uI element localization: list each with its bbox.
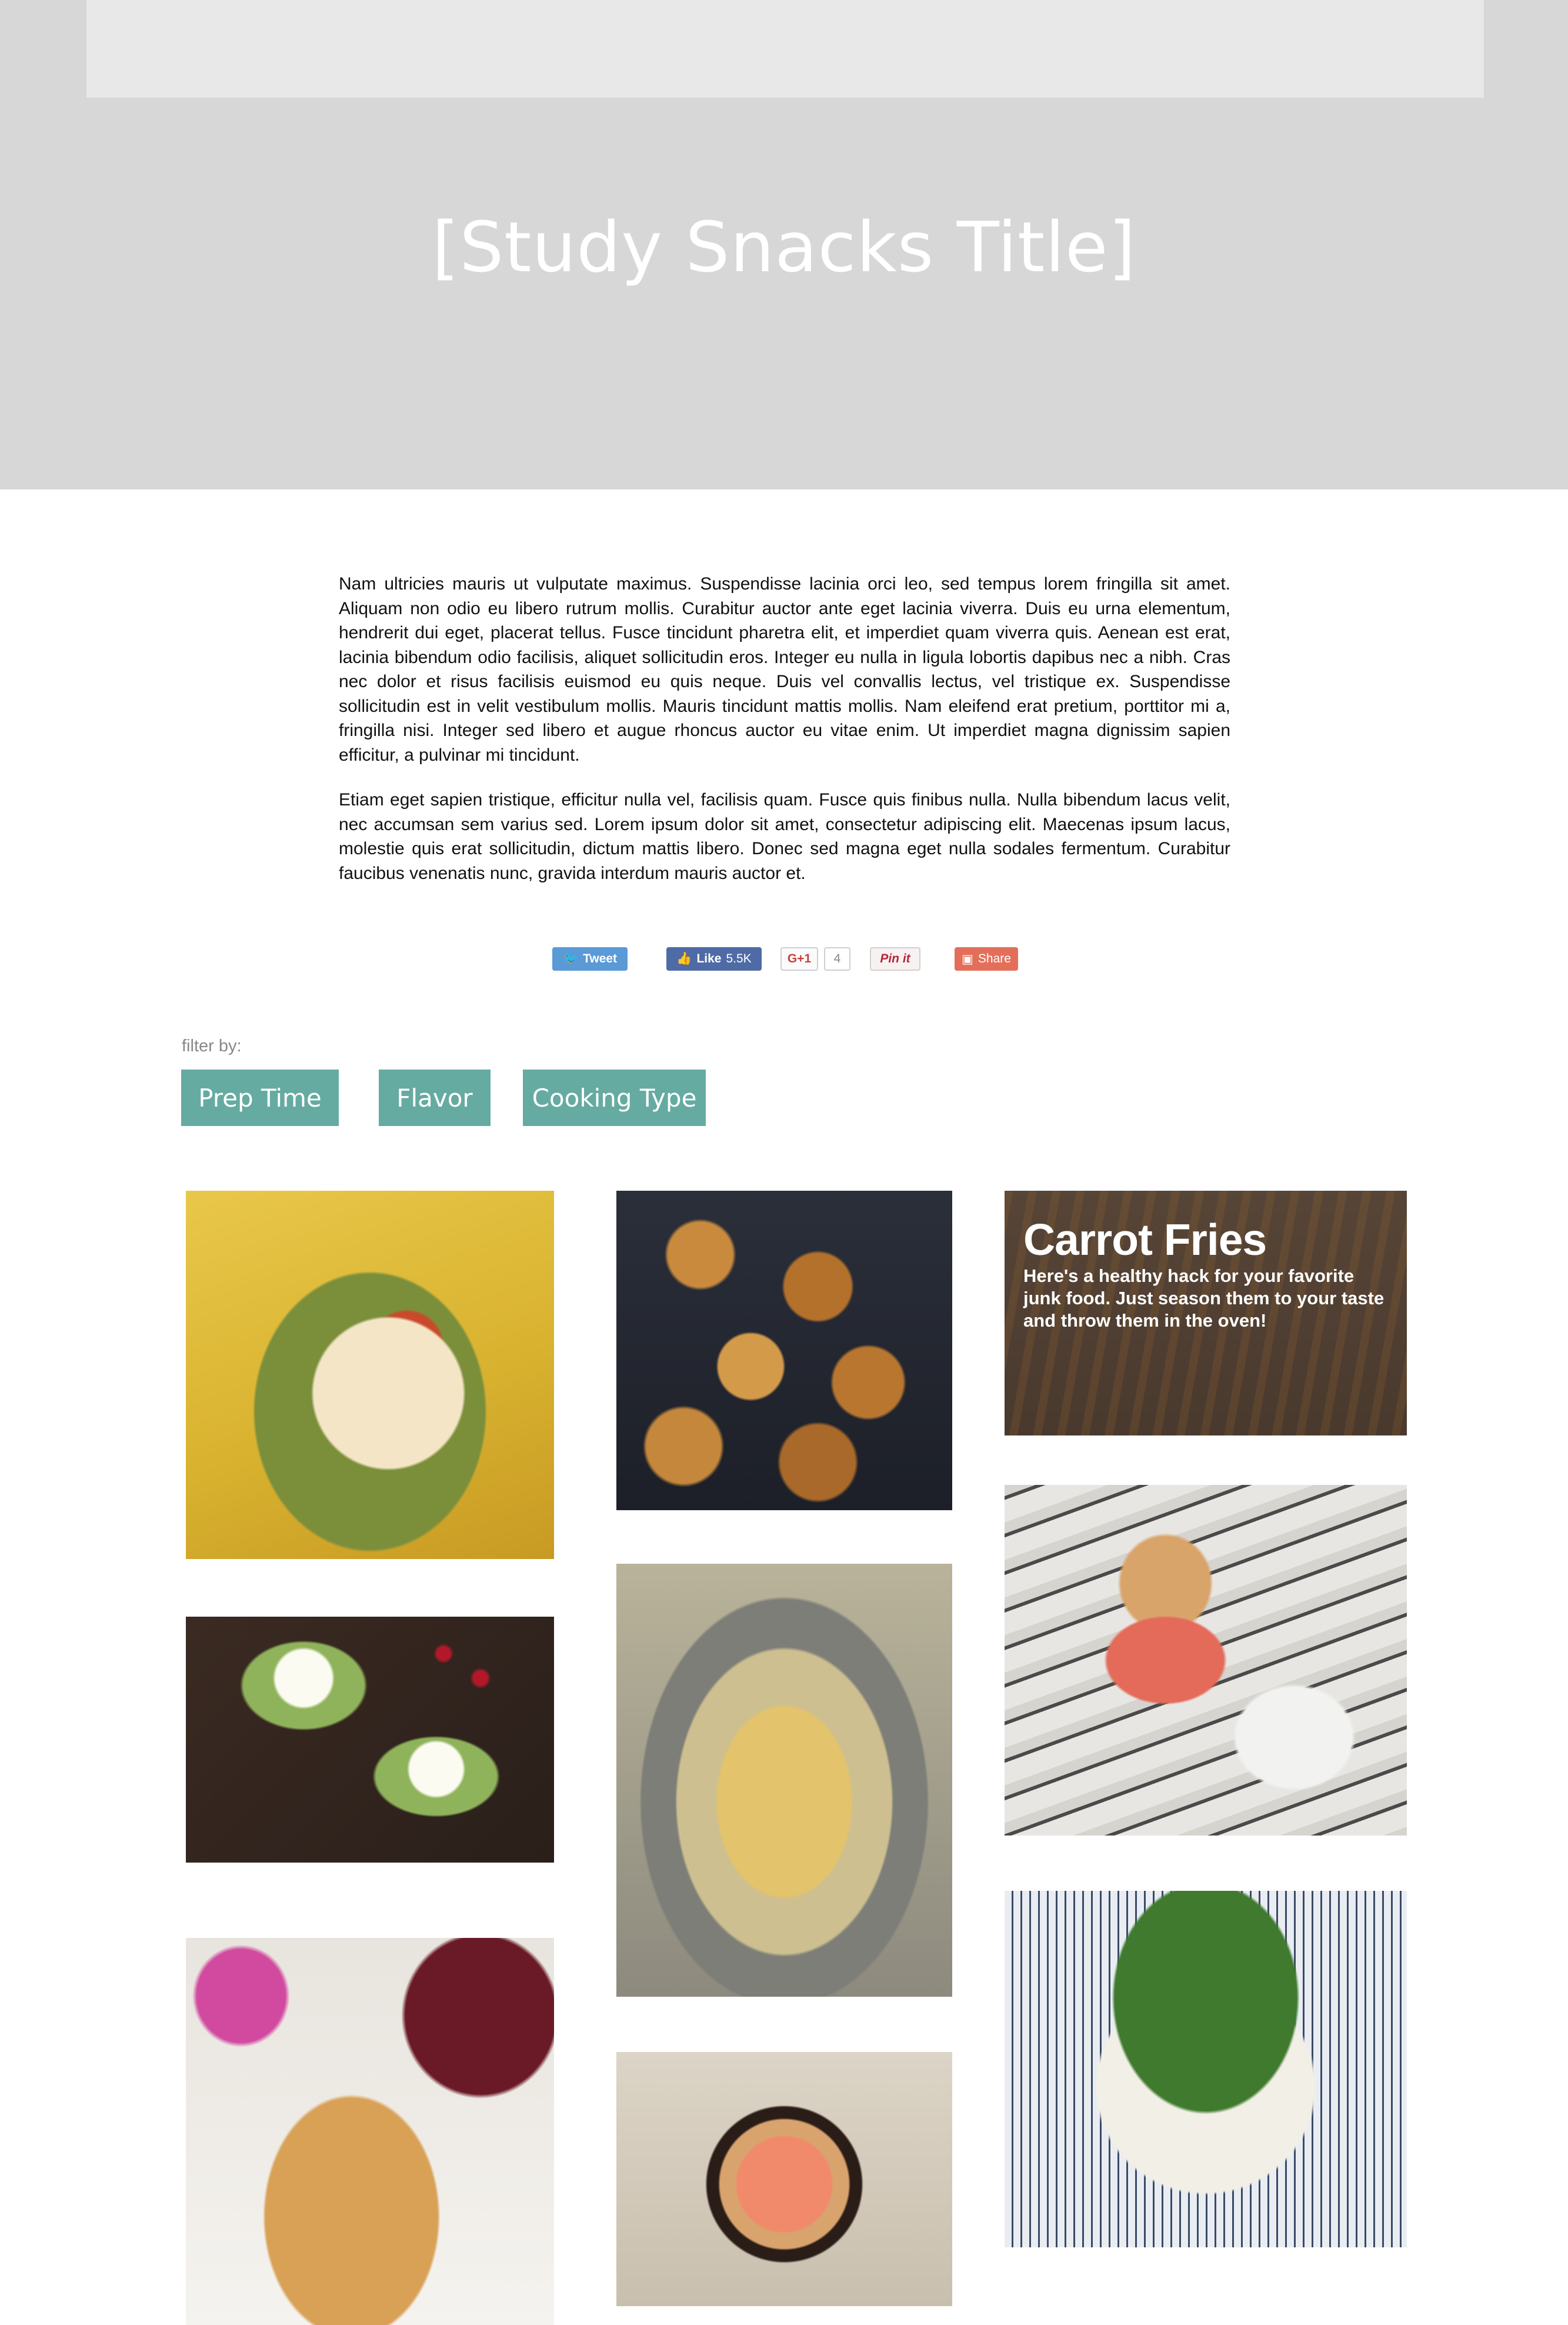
like-label: Like [696,952,722,965]
article-paragraph: Etiam eget sapien tristique, efficitur n… [339,790,1230,883]
like-count: 5.5K [726,952,752,965]
snack-tile-chips-bowl-image[interactable] [616,1564,952,1997]
filter-flavor-button[interactable]: Flavor [379,1070,491,1126]
google-plus-count: 4 [824,947,850,971]
snack-tile-avocado-toast-image[interactable] [186,1617,554,1863]
tweet-label: Tweet [583,952,618,965]
pin-it-label: Pin it [880,952,910,965]
pin-it-button[interactable]: Pin it [870,947,920,971]
snack-tile-rice-cake-image[interactable] [1005,1891,1407,2247]
snack-tile-french-toast-mug-image[interactable] [1005,1485,1407,1836]
top-bar [86,0,1484,98]
twitter-bird-icon: 🐦 [562,952,579,965]
google-plus-label: G+1 [787,952,812,965]
snack-tile-pancakes-image[interactable] [186,1938,554,2325]
article-paragraph: Nam ultricies mauris ut vulputate maximu… [339,574,1230,765]
thumbs-up-icon: 👍 [676,952,692,965]
google-plus-button[interactable]: G+1 [780,947,818,971]
snack-tile-grapefruit-image[interactable] [616,2052,952,2306]
filter-label: filter by: [182,1037,242,1055]
page-title: [Study Snacks Title] [432,206,1136,288]
carrot-fries-title: Carrot Fries [1023,1215,1267,1264]
like-button[interactable]: 👍 Like 5.5K [666,947,762,971]
filter-prep-time-button[interactable]: Prep Time [181,1070,339,1126]
filter-cooking-type-button[interactable]: Cooking Type [523,1070,706,1126]
tweet-button[interactable]: 🐦 Tweet [552,947,628,971]
article-body: Nam ultricies mauris ut vulputate maximu… [339,572,1230,906]
share-button[interactable]: ▣ Share [955,947,1018,971]
share-label: Share [978,952,1011,965]
snack-tile-quesadilla-image[interactable] [186,1191,554,1559]
share-icon: ▣ [962,952,973,966]
carrot-fries-description: Here's a healthy hack for your favorite … [1023,1265,1384,1331]
snack-tile-fritters-image[interactable] [616,1191,952,1510]
